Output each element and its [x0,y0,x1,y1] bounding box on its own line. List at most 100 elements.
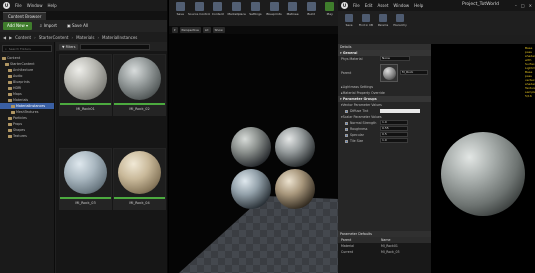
toolbar-matinee-button[interactable]: Matinee [284,2,301,24]
asset-tile-rock03[interactable]: MI_Rock_03 [59,148,112,210]
add-new-button[interactable]: Add New ▾ [3,22,33,30]
asset-type-bar [60,103,111,105]
viewport-options-button[interactable]: ▾ [172,27,178,33]
asset-thumbnail [114,55,165,103]
rock-sphere-icon [118,57,161,100]
folder-icon [5,62,9,66]
grid-col-name: Name [381,238,391,242]
asset-tile-rock02[interactable]: MI_Rock_02 [113,54,166,116]
blueprint-icon [269,2,279,11]
import-button[interactable]: ⇩ Import [36,22,60,30]
marketplace-icon [232,2,242,11]
phys-material-label: Phys Material [341,57,363,61]
folder-icon [8,128,12,132]
material-preview-viewport[interactable]: Base pass shader with Surface Lightmap B… [431,44,535,273]
asset-name: MI_Rock01 [76,107,95,111]
folder-icon [11,104,15,108]
grid-cell: Material [341,244,354,248]
scalar-value[interactable]: 0.5 [380,132,408,137]
window-title: Project_TotWorld [461,2,499,7]
phys-material-value[interactable]: None [380,56,410,61]
perspective-button[interactable]: Perspective [179,27,201,33]
scalar-value[interactable]: 1.0 [380,120,408,125]
back-icon[interactable]: ◀ [3,35,6,40]
breadcrumb-materialinstances[interactable]: MaterialInstances [102,35,137,40]
toolbar-source-control-button[interactable]: Source Control [188,2,210,24]
filters-button[interactable]: ▼ Filters [59,43,79,50]
menu-file[interactable]: File [15,3,22,8]
save-all-button[interactable]: ▣ Save All [64,22,91,30]
category-label: Parameter Groups [342,97,377,101]
chevron-right-icon: › [34,34,36,40]
menu-window[interactable]: Window [27,3,43,8]
rock-sphere-icon [118,151,161,194]
ue-logo-icon: U [3,2,10,9]
menu-help[interactable]: Help [414,3,423,8]
toolbar-label: Params [377,23,389,27]
lit-button[interactable]: Lit [202,27,211,33]
toolbar-settings-button[interactable]: Settings [247,2,264,24]
checkbox[interactable] [345,133,348,137]
folder-icon [8,116,12,120]
breadcrumb-materials[interactable]: Materials [76,35,94,40]
folder-icon [8,86,12,90]
rock-sphere-icon [231,169,271,209]
checkbox[interactable] [345,109,348,113]
toolbar-build-button[interactable]: Build [303,2,320,24]
browser-tabstrip: Content Browser [0,11,167,20]
toolbar-content-button[interactable]: Content [210,2,227,24]
breadcrumb-startercontent[interactable]: StarterContent [39,35,69,40]
parent-value[interactable]: M_Rock [400,70,428,75]
desktop: U File Window Help Content Browser Add N… [0,0,535,273]
rock-sphere-icon [64,57,107,100]
stats-line: Base pass vertex shader [525,70,535,86]
ue-logo-icon: U [341,2,348,9]
minimize-icon[interactable]: – [515,3,517,8]
hierarchy-icon [396,14,404,22]
forward-icon[interactable]: ▶ [9,35,12,40]
toolbar-save-button[interactable]: Save [172,2,189,24]
color-swatch[interactable] [380,109,420,113]
menu-edit[interactable]: Edit [365,3,373,8]
show-button[interactable]: Show [212,27,225,33]
3d-viewport[interactable] [169,34,339,273]
tree-item-textures[interactable]: Textures [0,133,54,139]
toolbar-label: Matinee [286,12,299,16]
maximize-icon[interactable]: □ [521,3,525,8]
scalar-value[interactable]: 0.55 [380,126,408,131]
folder-icon [8,92,12,96]
checkbox[interactable] [345,139,348,143]
toolbar-play-button[interactable]: Play [321,2,338,24]
menu-window[interactable]: Window [393,3,409,8]
checkbox[interactable] [345,121,348,125]
menu-asset[interactable]: Asset [377,3,388,8]
breadcrumb-content[interactable]: Content [15,35,31,40]
toolbar-blueprints-button[interactable]: Blueprints [266,2,283,24]
material-instance-editor-window: U File Edit Asset Window Help Project_To… [338,0,535,273]
parent-label: Parent [341,71,352,75]
folder-search-input[interactable] [8,46,39,51]
toolbar-marketplace-button[interactable]: Marketplace [227,2,246,24]
menu-file[interactable]: File [353,3,360,8]
source-control-icon [194,2,204,11]
hierarchy-button[interactable]: Hierarchy [392,14,408,34]
editor-save-button[interactable]: Save [341,14,357,34]
scalar-name: Normal Strength [350,121,377,125]
menu-help[interactable]: Help [47,3,56,8]
scalar-value[interactable]: 1.0 [380,138,408,143]
asset-tile-rock01[interactable]: MI_Rock01 [59,54,112,116]
tab-content-browser[interactable]: Content Browser [3,12,47,20]
checkbox[interactable] [345,127,348,131]
close-icon[interactable]: ✕ [529,3,532,8]
parent-thumbnail[interactable] [380,64,398,82]
scalar-params-label: Scalar Parameter Values [342,115,382,119]
asset-toolbar: ▼ Filters [56,42,167,51]
asset-search-input[interactable] [80,43,151,50]
save-all-label: Save All [72,23,89,28]
find-in-cb-button[interactable]: Find in CB [358,14,374,34]
table-row[interactable]: Current MI_Rock_03 [338,249,431,255]
rock-sphere-icon [275,169,315,209]
params-button[interactable]: Params [375,14,391,34]
matinee-icon [288,2,298,11]
asset-tile-rock04[interactable]: MI_Rock_04 [113,148,166,210]
